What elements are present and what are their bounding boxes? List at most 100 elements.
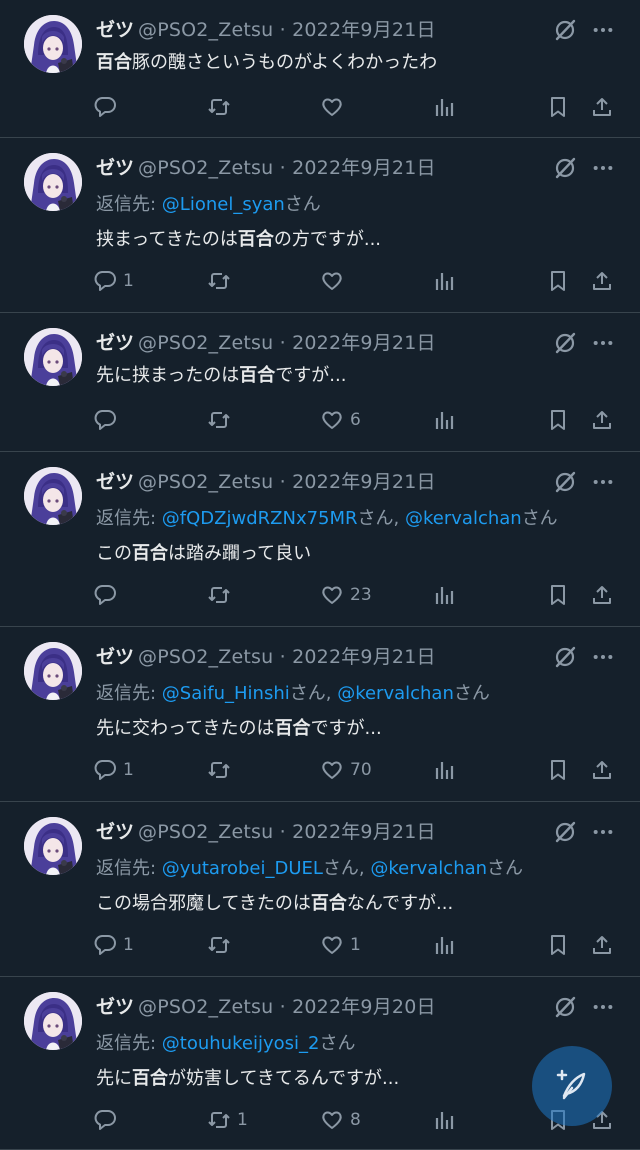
avatar[interactable] — [24, 992, 82, 1050]
reply-count: 1 — [123, 271, 134, 291]
display-name[interactable]: ゼツ — [96, 817, 134, 844]
share-button[interactable] — [590, 580, 614, 610]
more-button[interactable] — [592, 156, 614, 184]
views-button[interactable] — [433, 580, 457, 610]
reply-button[interactable] — [93, 1105, 117, 1135]
grok-button[interactable] — [553, 470, 577, 498]
bookmark-button[interactable] — [546, 266, 570, 296]
views-button[interactable] — [433, 405, 457, 435]
display-name[interactable]: ゼツ — [96, 153, 134, 180]
like-button[interactable] — [320, 92, 344, 122]
share-button[interactable] — [590, 266, 614, 296]
tweet[interactable]: ゼツ @PSO2_Zetsu · 2022年9月21日返信先: @fQDZjwdR… — [0, 452, 640, 627]
like-button[interactable]: 23 — [320, 580, 372, 610]
mention-link[interactable]: @kervalchan — [337, 683, 454, 704]
grok-button[interactable] — [553, 156, 577, 184]
grok-button[interactable] — [553, 995, 577, 1023]
reply-context: 返信先: @fQDZjwdRZNx75MRさん, @kervalchanさん — [96, 504, 558, 530]
reply-button[interactable]: 1 — [93, 755, 134, 785]
tweet[interactable]: ゼツ @PSO2_Zetsu · 2022年9月21日返信先: @yutarobe… — [0, 802, 640, 977]
handle-date[interactable]: @PSO2_Zetsu · 2022年9月21日 — [138, 153, 436, 180]
more-button[interactable] — [592, 470, 614, 498]
views-button[interactable] — [433, 1105, 457, 1135]
avatar[interactable] — [24, 642, 82, 700]
display-name[interactable]: ゼツ — [96, 992, 134, 1019]
grok-button[interactable] — [553, 645, 577, 673]
display-name[interactable]: ゼツ — [96, 642, 134, 669]
more-icon — [593, 479, 613, 485]
mention-link[interactable]: @fQDZjwdRZNx75MR — [162, 508, 358, 529]
avatar[interactable] — [24, 328, 82, 386]
reply-button[interactable] — [93, 405, 117, 435]
mention-link[interactable]: @kervalchan — [370, 858, 487, 879]
views-button[interactable] — [433, 755, 457, 785]
reply-button[interactable]: 1 — [93, 930, 134, 960]
like-button[interactable] — [320, 266, 344, 296]
grok-button[interactable] — [553, 18, 577, 46]
bookmark-button[interactable] — [546, 92, 570, 122]
like-button[interactable]: 8 — [320, 1105, 361, 1135]
tweet[interactable]: ゼツ @PSO2_Zetsu · 2022年9月21日 先に挟まったのは百合ですが.… — [0, 313, 640, 452]
like-button[interactable]: 70 — [320, 755, 372, 785]
like-icon — [322, 1111, 342, 1129]
avatar[interactable] — [24, 467, 82, 525]
bookmark-button[interactable] — [546, 405, 570, 435]
reply-button[interactable]: 1 — [93, 266, 134, 296]
retweet-button[interactable] — [207, 405, 231, 435]
share-button[interactable] — [590, 92, 614, 122]
avatar[interactable] — [24, 817, 82, 875]
retweet-button[interactable] — [207, 266, 231, 296]
views-button[interactable] — [433, 92, 457, 122]
grok-button[interactable] — [553, 820, 577, 848]
avatar[interactable] — [24, 153, 82, 211]
bookmark-button[interactable] — [546, 755, 570, 785]
mention-link[interactable]: @Saifu_Hinshi — [162, 683, 290, 704]
reply-button[interactable] — [93, 92, 117, 122]
handle-date[interactable]: @PSO2_Zetsu · 2022年9月21日 — [138, 642, 436, 669]
display-name[interactable]: ゼツ — [96, 328, 134, 355]
tweet[interactable]: ゼツ @PSO2_Zetsu · 2022年9月21日 百合豚の醜さというものがよく… — [0, 0, 640, 138]
reply-button[interactable] — [93, 580, 117, 610]
retweet-button[interactable] — [207, 92, 231, 122]
more-icon — [593, 165, 613, 171]
views-button[interactable] — [433, 930, 457, 960]
bookmark-button[interactable] — [546, 580, 570, 610]
mention-link[interactable]: @kervalchan — [405, 508, 522, 529]
bookmark-button[interactable] — [546, 930, 570, 960]
display-name[interactable]: ゼツ — [96, 467, 134, 494]
retweet-button[interactable] — [207, 930, 231, 960]
share-button[interactable] — [590, 930, 614, 960]
reply-icon — [94, 410, 116, 430]
share-button[interactable] — [590, 405, 614, 435]
more-icon — [593, 1004, 613, 1010]
mention-link[interactable]: @yutarobei_DUEL — [162, 858, 323, 879]
reply-prefix: 返信先: — [96, 858, 162, 879]
more-button[interactable] — [592, 995, 614, 1023]
like-button[interactable]: 1 — [320, 930, 361, 960]
retweet-button[interactable] — [207, 580, 231, 610]
handle-date[interactable]: @PSO2_Zetsu · 2022年9月21日 — [138, 328, 436, 355]
like-icon — [322, 936, 342, 954]
grok-button[interactable] — [553, 331, 577, 359]
handle-date[interactable]: @PSO2_Zetsu · 2022年9月21日 — [138, 15, 436, 42]
compose-button[interactable] — [532, 1046, 612, 1126]
more-button[interactable] — [592, 645, 614, 673]
tweet[interactable]: ゼツ @PSO2_Zetsu · 2022年9月21日 返信先: @Lionel_s… — [0, 138, 640, 313]
handle-date[interactable]: @PSO2_Zetsu · 2022年9月21日 — [138, 467, 436, 494]
share-button[interactable] — [590, 755, 614, 785]
more-button[interactable] — [592, 820, 614, 848]
avatar[interactable] — [24, 15, 82, 73]
more-button[interactable] — [592, 331, 614, 359]
like-button[interactable]: 6 — [320, 405, 361, 435]
views-button[interactable] — [433, 266, 457, 296]
retweet-button[interactable] — [207, 755, 231, 785]
grok-icon — [555, 157, 576, 179]
mention-link[interactable]: @touhukeijyosi_2 — [162, 1033, 320, 1054]
tweet[interactable]: ゼツ @PSO2_Zetsu · 2022年9月21日 返信先: @Saifu_Hi… — [0, 627, 640, 802]
more-button[interactable] — [592, 18, 614, 46]
handle-date[interactable]: @PSO2_Zetsu · 2022年9月21日 — [138, 817, 436, 844]
handle-date[interactable]: @PSO2_Zetsu · 2022年9月20日 — [138, 992, 436, 1019]
mention-link[interactable]: @Lionel_syan — [162, 194, 285, 215]
retweet-button[interactable]: 1 — [207, 1105, 248, 1135]
display-name[interactable]: ゼツ — [96, 15, 134, 42]
